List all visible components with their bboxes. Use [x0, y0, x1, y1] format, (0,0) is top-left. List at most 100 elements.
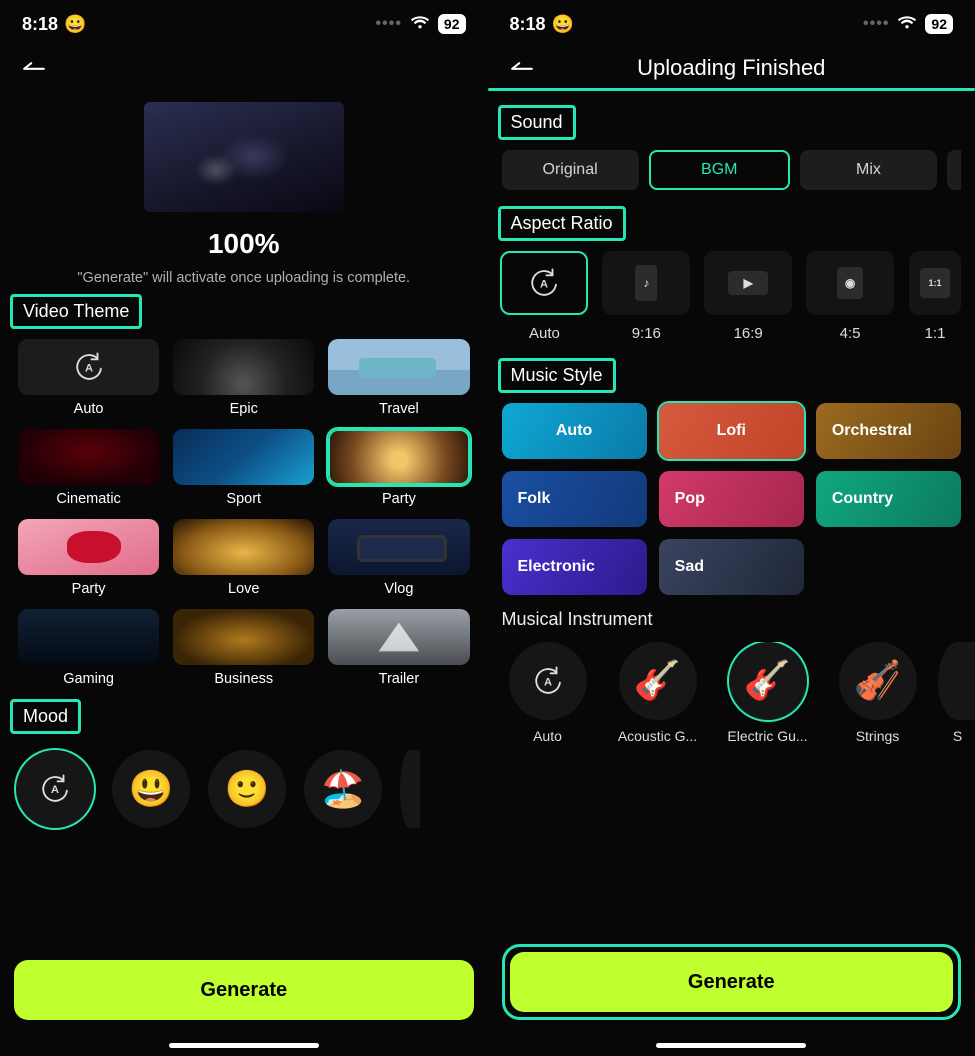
- theme-trailer[interactable]: Trailer: [328, 609, 469, 687]
- auto-icon: A: [527, 266, 561, 300]
- auto-icon: A: [38, 772, 72, 806]
- mood-beach[interactable]: 🏖️: [304, 750, 382, 828]
- screen-video-theme: 8:18 😀 •••• 92 100% "Generate" will acti…: [0, 0, 488, 1056]
- status-bar: 8:18 😀 •••• 92: [0, 0, 488, 48]
- sound-original[interactable]: Original: [502, 150, 639, 190]
- wifi-icon: [897, 14, 917, 35]
- theme-party[interactable]: Party: [328, 429, 469, 507]
- mood-emoji: 🙂: [225, 768, 270, 810]
- theme-label: Cinematic: [56, 491, 120, 507]
- style-label: Country: [832, 490, 893, 508]
- instrument-label: Strings: [856, 728, 900, 744]
- instagram-icon: ◉: [845, 276, 855, 290]
- upload-preview-thumb: [144, 102, 344, 212]
- mood-row: A 😃 🙂 🏖️: [0, 744, 488, 828]
- theme-auto[interactable]: A Auto: [18, 339, 159, 417]
- instrument-row: A Auto 🎸 Acoustic G... 🎸 Electric Gu... …: [488, 642, 975, 744]
- theme-label: Trailer: [379, 671, 420, 687]
- mood-smile[interactable]: 🙂: [208, 750, 286, 828]
- style-label: Folk: [518, 490, 551, 508]
- theme-label: Sport: [226, 491, 261, 507]
- electric-guitar-icon: 🎸: [744, 659, 791, 703]
- svg-text:A: A: [540, 278, 548, 290]
- theme-label: Gaming: [63, 671, 114, 687]
- theme-business[interactable]: Business: [173, 609, 314, 687]
- style-lofi[interactable]: Lofi: [659, 403, 804, 459]
- auto-icon: A: [531, 664, 565, 698]
- status-cell-dots: ••••: [376, 15, 402, 33]
- instrument-auto[interactable]: A Auto: [498, 642, 598, 744]
- style-auto[interactable]: Auto: [502, 403, 647, 459]
- violin-icon: 🎻: [854, 659, 901, 703]
- style-orchestral[interactable]: Orchestral: [816, 403, 961, 459]
- guitar-icon: 🎸: [634, 659, 681, 703]
- style-folk[interactable]: Folk: [502, 471, 647, 527]
- svg-text:A: A: [85, 362, 93, 374]
- section-sound: Sound: [498, 105, 576, 140]
- wifi-icon: [410, 14, 430, 35]
- instrument-acoustic-guitar[interactable]: 🎸 Acoustic G...: [608, 642, 708, 744]
- chip-label: Mix: [856, 161, 881, 179]
- style-label: Electronic: [518, 558, 595, 576]
- instrument-more[interactable]: S: [938, 642, 975, 744]
- theme-grid: A Auto Epic Travel Cinematic Sport: [0, 339, 488, 687]
- theme-party[interactable]: Party: [18, 519, 159, 597]
- theme-label: Auto: [74, 401, 104, 417]
- mood-emoji: 😃: [129, 768, 174, 810]
- theme-label: Party: [72, 581, 106, 597]
- theme-cinematic[interactable]: Cinematic: [18, 429, 159, 507]
- style-label: Pop: [675, 490, 705, 508]
- instrument-strings[interactable]: 🎻 Strings: [828, 642, 928, 744]
- theme-label: Epic: [230, 401, 258, 417]
- back-icon[interactable]: [20, 56, 48, 81]
- instrument-electric-guitar[interactable]: 🎸 Electric Gu...: [718, 642, 818, 744]
- aspect-label: 9:16: [632, 325, 661, 342]
- style-electronic[interactable]: Electronic: [502, 539, 647, 595]
- section-music-style: Music Style: [498, 358, 616, 393]
- upload-percent: 100%: [0, 228, 488, 260]
- generate-wrap: Generate: [14, 960, 474, 1020]
- battery-badge: 92: [438, 14, 466, 34]
- sound-bgm[interactable]: BGM: [649, 150, 790, 190]
- theme-vlog[interactable]: Vlog: [328, 519, 469, 597]
- music-style-grid: Auto Lofi Orchestral Folk Pop Country El…: [488, 403, 975, 595]
- theme-label: Business: [214, 671, 273, 687]
- mood-more[interactable]: [400, 750, 420, 828]
- style-country[interactable]: Country: [816, 471, 961, 527]
- theme-gaming[interactable]: Gaming: [18, 609, 159, 687]
- progress-bar: [488, 88, 975, 91]
- sound-more[interactable]: [947, 150, 961, 190]
- screen-upload-finished: 8:18 😀 •••• 92 Uploading Finished Sound …: [488, 0, 975, 1056]
- chip-label: Original: [543, 161, 598, 179]
- theme-love[interactable]: Love: [173, 519, 314, 597]
- generate-button[interactable]: Generate: [510, 952, 954, 1012]
- aspect-1-1[interactable]: 1:1 1:1: [907, 251, 963, 342]
- theme-travel[interactable]: Travel: [328, 339, 469, 417]
- generate-wrap: Generate: [502, 944, 962, 1020]
- aspect-label: Auto: [529, 325, 560, 342]
- aspect-9-16[interactable]: ♪ 9:16: [601, 251, 691, 342]
- mood-happy[interactable]: 😃: [112, 750, 190, 828]
- svg-text:A: A: [51, 784, 59, 796]
- aspect-label: 4:5: [840, 325, 861, 342]
- upload-hint: "Generate" will activate once uploading …: [0, 270, 488, 286]
- battery-badge: 92: [925, 14, 953, 34]
- style-sad[interactable]: Sad: [659, 539, 804, 595]
- sound-row: Original BGM Mix: [488, 150, 975, 190]
- instrument-label: S: [953, 728, 962, 744]
- theme-label: Travel: [379, 401, 419, 417]
- generate-button[interactable]: Generate: [14, 960, 474, 1020]
- home-indicator: [169, 1043, 319, 1048]
- style-pop[interactable]: Pop: [659, 471, 804, 527]
- sound-mix[interactable]: Mix: [800, 150, 937, 190]
- section-mood: Mood: [10, 699, 81, 734]
- theme-label: Party: [382, 491, 416, 507]
- aspect-4-5[interactable]: ◉ 4:5: [805, 251, 895, 342]
- mood-auto[interactable]: A: [16, 750, 94, 828]
- theme-epic[interactable]: Epic: [173, 339, 314, 417]
- theme-sport[interactable]: Sport: [173, 429, 314, 507]
- aspect-16-9[interactable]: ▶ 16:9: [703, 251, 793, 342]
- status-time: 8:18: [510, 14, 546, 35]
- aspect-auto[interactable]: A Auto: [500, 251, 590, 342]
- status-time: 8:18: [22, 14, 58, 35]
